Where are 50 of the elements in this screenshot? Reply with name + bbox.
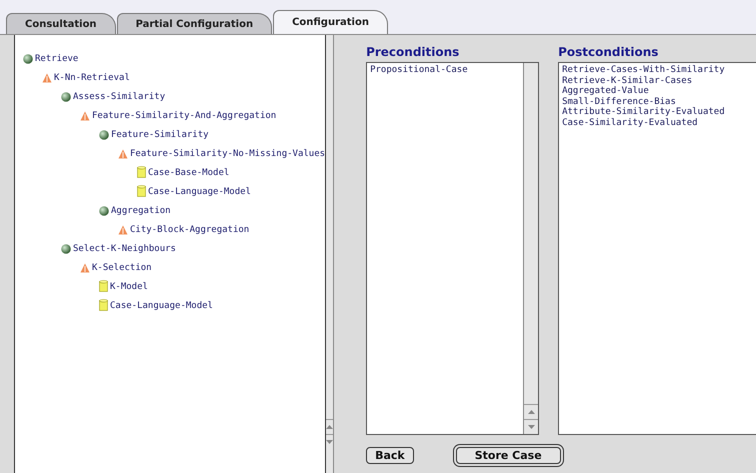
tree-item[interactable]: Feature-Similarity-And-Aggregation (92, 110, 276, 120)
tree-item[interactable]: City-Block-Aggregation (130, 224, 250, 234)
cylinder-icon (99, 299, 108, 312)
list-item[interactable]: Attribute-Similarity-Evaluated (562, 107, 756, 118)
tree-item[interactable]: Case-Base-Model (148, 168, 230, 178)
triangle-icon (80, 110, 90, 120)
tab[interactable]: Configuration (273, 10, 388, 34)
tree-item[interactable]: Feature-Similarity-No-Missing-Values (130, 148, 326, 158)
list-item[interactable]: Aggregated-Value (562, 86, 756, 96)
tree-item[interactable]: Select-K-Neighbours (73, 244, 176, 254)
triangle-icon (118, 224, 128, 234)
sphere-icon (61, 92, 71, 102)
tree-item[interactable]: K-Selection (92, 262, 152, 272)
tree-item[interactable]: K-Nn-Retrieval (54, 72, 130, 82)
triangle-icon (80, 262, 90, 272)
tab[interactable]: Consultation (6, 13, 116, 34)
postconditions-title: Postconditions (558, 44, 660, 61)
button[interactable]: Store Case (456, 447, 561, 464)
preconditions-list[interactable]: Propositional-Case (366, 62, 540, 435)
list-item[interactable]: Small-Difference-Bias (562, 96, 756, 107)
sphere-icon (99, 206, 109, 216)
sphere-icon (23, 54, 33, 64)
list-item[interactable]: Propositional-Case (370, 65, 520, 76)
cylinder-icon (137, 185, 146, 198)
scrollbar[interactable] (326, 35, 334, 473)
down-arrow-icon[interactable] (326, 440, 334, 444)
cylinder-icon (137, 166, 146, 179)
button[interactable]: Back (366, 447, 414, 464)
tree-item[interactable]: Aggregation (111, 206, 171, 216)
list-item[interactable]: Retrieve-Cases-With-Similarity (562, 65, 756, 76)
tree-item[interactable]: Assess-Similarity (73, 92, 166, 102)
scrollbar[interactable] (523, 63, 538, 434)
list-item[interactable]: Retrieve-K-Similar-Cases (562, 76, 756, 86)
tree-item[interactable]: Retrieve (35, 54, 78, 64)
tree-item[interactable]: Case-Language-Model (110, 300, 213, 310)
sphere-icon (61, 244, 71, 254)
triangle-icon (42, 72, 52, 82)
list-item[interactable]: Case-Similarity-Evaluated (562, 118, 756, 128)
postconditions-list[interactable]: Retrieve-Cases-With-Similarity Retrieve-K-Similar-Cases Aggregated-Value Small-Difference-Bias Attribute-Similarity-Evaluated Case-Similarity-Evaluated (558, 62, 756, 435)
up-arrow-icon[interactable] (326, 425, 334, 429)
tree-item[interactable]: K-Model (110, 282, 148, 292)
down-arrow-icon[interactable] (528, 425, 535, 429)
tab[interactable]: Partial Configuration (116, 13, 272, 34)
preconditions-title: Preconditions (366, 44, 460, 61)
tree-item[interactable]: Feature-Similarity (111, 130, 209, 140)
cylinder-icon (99, 280, 108, 293)
triangle-icon (118, 148, 128, 158)
sphere-icon (99, 130, 109, 140)
tree-item[interactable]: Case-Language-Model (148, 186, 251, 196)
up-arrow-icon[interactable] (528, 410, 535, 414)
